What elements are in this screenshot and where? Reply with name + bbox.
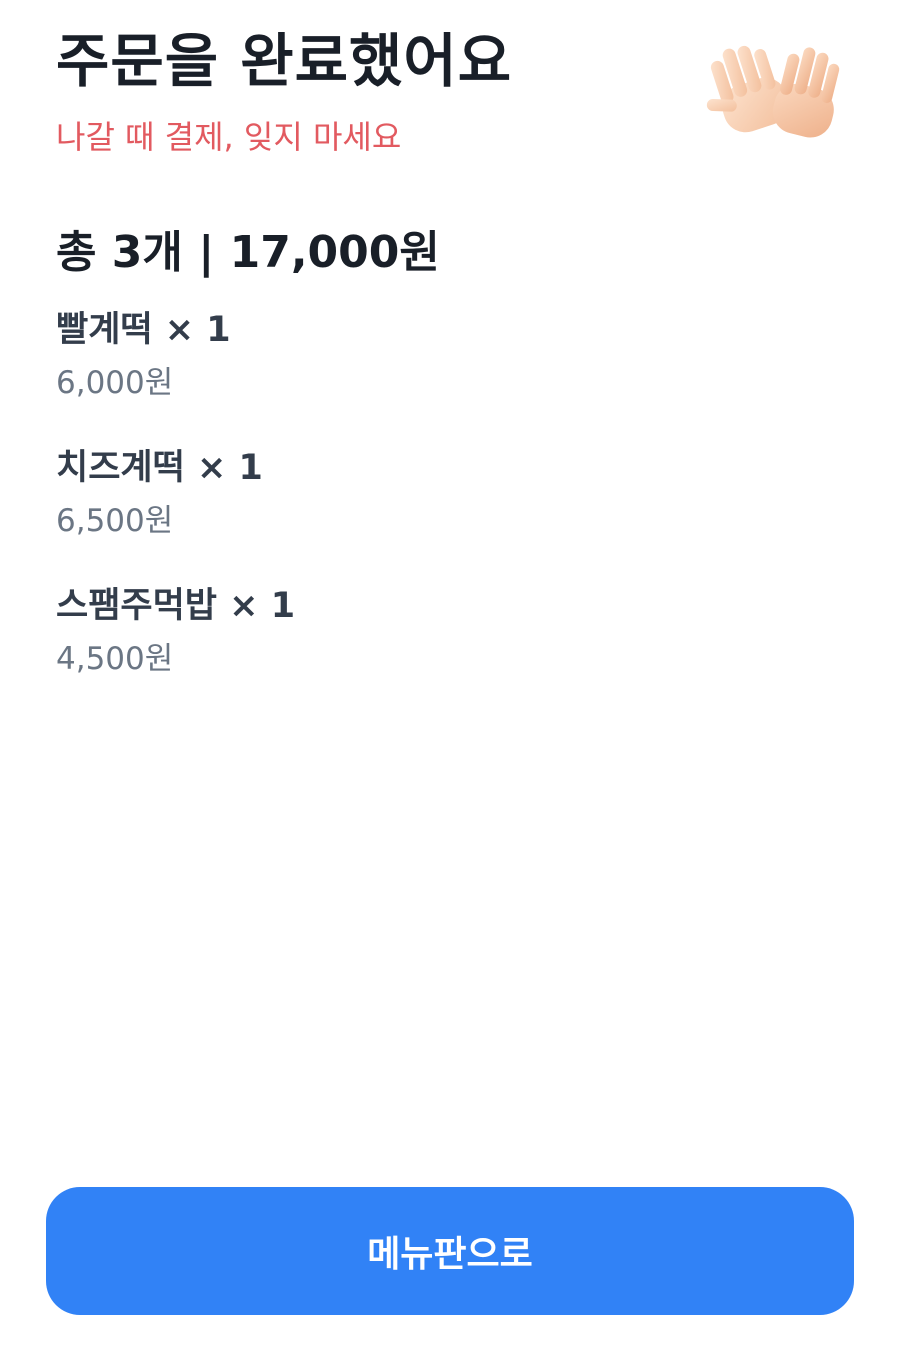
back-to-menu-button[interactable]: 메뉴판으로 [46, 1187, 854, 1315]
order-item-list: 빨계떡 × 1 6,000원 치즈계떡 × 1 6,500원 스팸주먹밥 × 1… [56, 305, 656, 719]
order-item: 스팸주먹밥 × 1 4,500원 [56, 581, 656, 719]
bottom-fade [0, 1110, 900, 1190]
page-title: 주문을 완료했어요 [56, 27, 513, 95]
item-name: 빨계떡 × 1 [56, 310, 231, 350]
waving-hands-icon [706, 45, 840, 138]
order-item: 빨계떡 × 1 6,000원 [56, 305, 656, 443]
item-name: 치즈계떡 × 1 [56, 448, 263, 488]
item-price: 6,500원 [56, 503, 174, 539]
item-name: 스팸주먹밥 × 1 [56, 586, 296, 626]
order-summary: 총 3개 | 17,000원 [56, 227, 440, 278]
item-price: 6,000원 [56, 365, 174, 401]
item-price: 4,500원 [56, 641, 174, 677]
payment-reminder: 나갈 때 결제, 잊지 마세요 [56, 118, 402, 156]
order-item: 치즈계떡 × 1 6,500원 [56, 443, 656, 581]
